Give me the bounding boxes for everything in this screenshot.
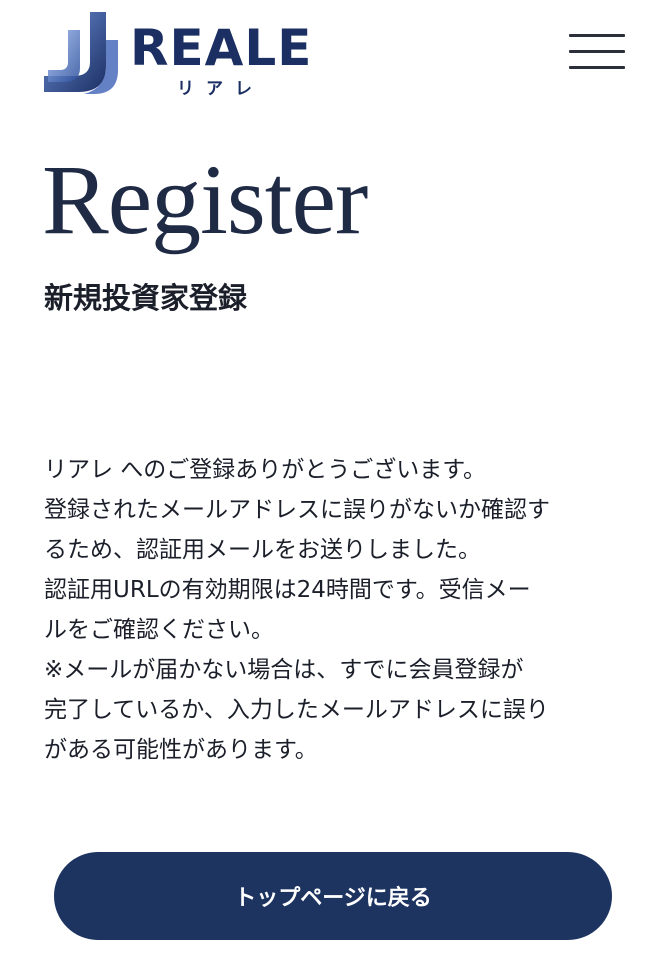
message-line: 登録されたメールアドレスに誤りがないか確認す	[44, 497, 550, 523]
page-subtitle: 新規投資家登録	[44, 281, 248, 315]
message-line: ルをご確認ください。	[44, 617, 274, 643]
registration-message: リアレ へのご登録ありがとうございます。 登録されたメールアドレスに誤りがないか…	[44, 450, 629, 770]
logo-wordmark: REALE	[130, 19, 313, 77]
reale-logo[interactable]: REALE リアレ	[44, 10, 334, 100]
site-header: REALE リアレ	[0, 0, 663, 110]
page-title: Register	[42, 144, 368, 255]
hamburger-menu-icon[interactable]	[567, 32, 627, 72]
back-to-top-button[interactable]: トップページに戻る	[54, 852, 612, 940]
message-line: るため、認証用メールをお送りしました。	[44, 537, 481, 563]
message-line: 完了しているか、入力したメールアドレスに誤り	[44, 697, 549, 723]
logo-kana: リアレ	[177, 79, 264, 99]
message-line: リアレ へのご登録ありがとうございます。	[44, 457, 487, 483]
message-line: ※メールが届かない場合は、すでに会員登録が	[44, 657, 524, 683]
message-line: 認証用URLの有効期限は24時間です。受信メー	[44, 577, 531, 603]
message-line: がある可能性があります。	[44, 737, 318, 763]
reale-logo-mark-icon	[44, 12, 118, 94]
